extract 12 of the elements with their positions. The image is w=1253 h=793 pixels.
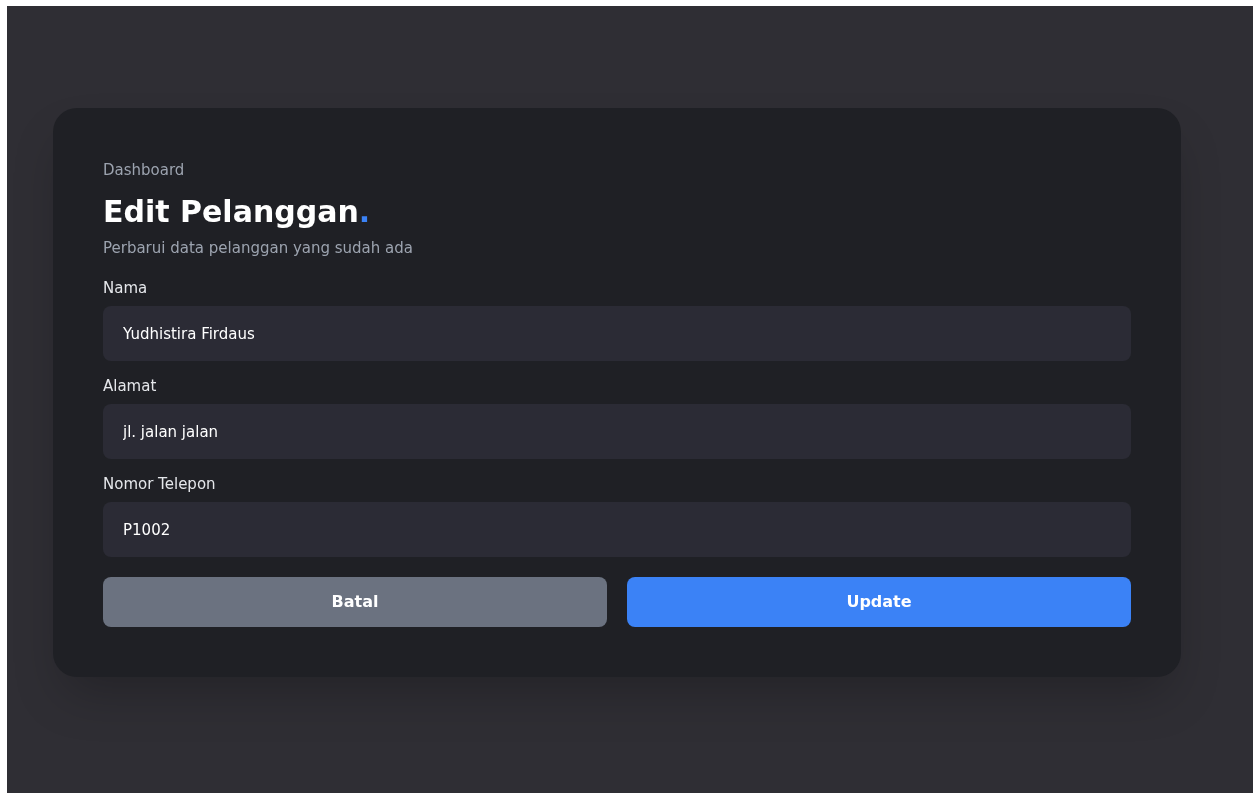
- field-label: Nama: [103, 278, 149, 298]
- input-field[interactable]: P1002: [103, 502, 1131, 557]
- cancel-button[interactable]: Batal: [103, 577, 607, 627]
- title-accent: .: [358, 193, 371, 231]
- subtitle: Perbarui data pelanggan yang sudah ada: [103, 238, 414, 258]
- input-field[interactable]: jl. jalan jalan: [103, 404, 1131, 459]
- update-button[interactable]: Update: [627, 577, 1131, 627]
- input-field[interactable]: Yudhistira Firdaus: [103, 306, 1131, 361]
- field-label: Nomor Telepon: [103, 474, 217, 494]
- page-title: Edit Pelanggan: [103, 193, 359, 231]
- breadcrumb: Dashboard: [103, 160, 186, 180]
- field-label: Alamat: [103, 376, 158, 396]
